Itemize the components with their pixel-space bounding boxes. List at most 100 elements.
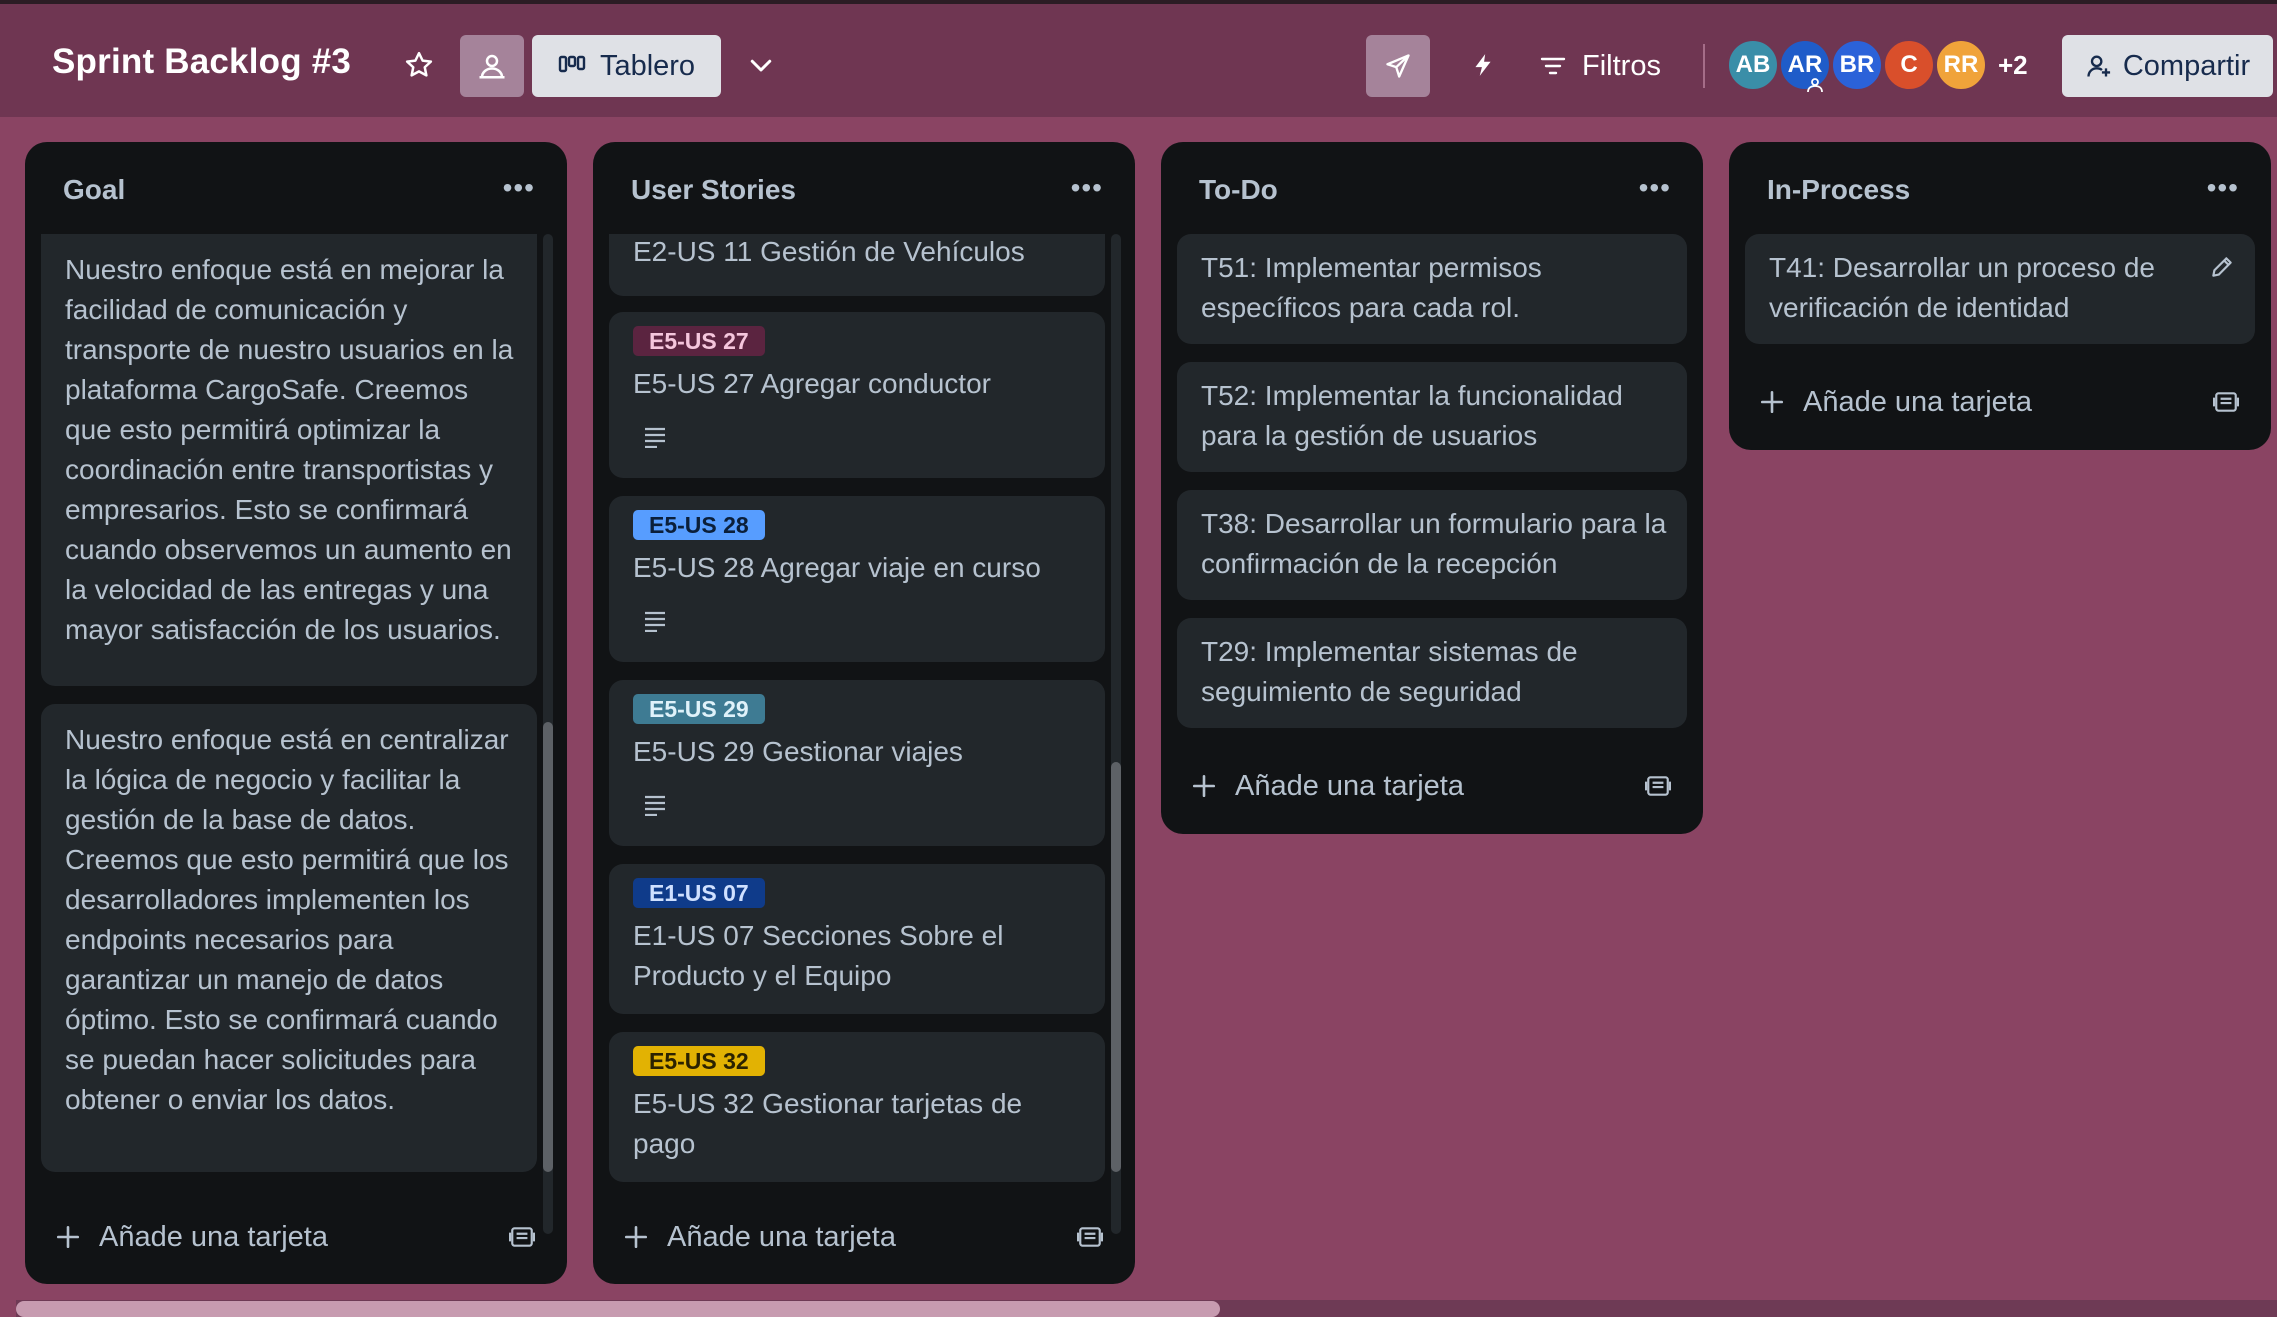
description-icon bbox=[645, 795, 665, 816]
header-divider bbox=[1703, 44, 1705, 88]
card-label[interactable]: E1-US 07 bbox=[633, 878, 765, 908]
list-scrollbar-thumb[interactable] bbox=[1111, 762, 1121, 1172]
card-title: E5-US 28 Agregar viaje en curso bbox=[633, 552, 1041, 583]
card-title: E2-US 11 Gestión de Vehículos bbox=[633, 236, 1025, 267]
share-label: Compartir bbox=[2122, 49, 2251, 82]
plus-icon bbox=[56, 1225, 80, 1249]
list-title[interactable]: User Stories bbox=[631, 174, 796, 206]
add-card-button[interactable]: Añade una tarjeta bbox=[623, 1215, 1065, 1259]
create-from-template-icon[interactable] bbox=[2213, 389, 2239, 415]
card-title: Nuestro enfoque está en mejorar la facil… bbox=[65, 254, 514, 645]
add-member-icon bbox=[2087, 55, 2110, 77]
add-card-label: Añade una tarjeta bbox=[1803, 385, 2032, 418]
card-title: E1-US 07 Secciones Sobre el Producto y e… bbox=[633, 920, 1004, 991]
list-to-do: To-Do ••• T51: Implementar permisos espe… bbox=[1161, 142, 1703, 834]
add-card-button[interactable]: Añade una tarjeta bbox=[1759, 380, 2201, 424]
card[interactable]: E5-US 29 E5-US 29 Gestionar viajes bbox=[609, 680, 1105, 846]
chevron-down-icon bbox=[750, 59, 772, 72]
list-title[interactable]: In-Process bbox=[1767, 174, 1910, 206]
list-in-process: In-Process ••• T41: Desarrollar un proce… bbox=[1729, 142, 2271, 450]
board-view-icon bbox=[558, 55, 586, 73]
card-title: Nuestro enfoque está en centralizar la l… bbox=[65, 724, 509, 1115]
board-horizontal-scrollbar-thumb[interactable] bbox=[16, 1301, 1220, 1317]
list-menu-button[interactable]: ••• bbox=[503, 174, 535, 202]
card-title: T51: Implementar permisos específicos pa… bbox=[1201, 252, 1542, 323]
card-title: T38: Desarrollar un formulario para la c… bbox=[1201, 508, 1667, 579]
more-members-count[interactable]: +2 bbox=[1998, 50, 2028, 81]
card[interactable]: T29: Implementar sistemas de seguimiento… bbox=[1177, 618, 1687, 728]
list-title[interactable]: To-Do bbox=[1199, 174, 1278, 206]
board-title[interactable]: Sprint Backlog #3 bbox=[52, 42, 351, 82]
card-container: T51: Implementar permisos específicos pa… bbox=[1177, 234, 1687, 734]
filter-label: Filtros bbox=[1582, 49, 1661, 82]
card-title: T29: Implementar sistemas de seguimiento… bbox=[1201, 636, 1578, 707]
filter-button[interactable]: Filtros bbox=[1540, 35, 1661, 97]
card-title: E5-US 32 Gestionar tarjetas de pago bbox=[633, 1088, 1023, 1159]
card-container: Nuestro enfoque está en mejorar la facil… bbox=[41, 234, 537, 1242]
card-container: T41: Desarrollar un proceso de verificac… bbox=[1745, 234, 2255, 354]
card-title: T41: Desarrollar un proceso de verificac… bbox=[1769, 252, 2155, 323]
add-card-label: Añade una tarjeta bbox=[1235, 769, 1464, 802]
add-card-button[interactable]: Añade una tarjeta bbox=[1191, 764, 1633, 808]
list-scrollbar-thumb[interactable] bbox=[543, 722, 553, 1172]
lightning-icon bbox=[1475, 54, 1491, 76]
more-options-icon: ••• bbox=[502, 172, 535, 203]
card-label[interactable]: E5-US 32 bbox=[633, 1046, 765, 1076]
member-avatar[interactable]: BR bbox=[1830, 38, 1884, 92]
more-options-icon: ••• bbox=[1638, 172, 1671, 203]
power-ups-button[interactable] bbox=[1366, 35, 1430, 97]
list-user-stories: User Stories ••• E2-US 11 Gestión de Veh… bbox=[593, 142, 1135, 1284]
avatar-initials: AR bbox=[1787, 51, 1823, 78]
list-menu-button[interactable]: ••• bbox=[1639, 174, 1671, 202]
workspace-visibility-icon bbox=[479, 54, 505, 79]
board-view-button[interactable]: Tablero bbox=[532, 35, 721, 97]
card-title: T52: Implementar la funcionalidad para l… bbox=[1201, 380, 1623, 451]
avatar-initials: BR bbox=[1839, 51, 1875, 78]
card-container: E2-US 11 Gestión de Vehículos E5-US 27 E… bbox=[609, 234, 1105, 1242]
card[interactable]: E2-US 11 Gestión de Vehículos bbox=[609, 234, 1105, 296]
avatar-initials: AB bbox=[1735, 51, 1771, 78]
star-board-button[interactable] bbox=[396, 42, 442, 88]
visibility-button[interactable] bbox=[460, 35, 524, 97]
avatar-initials: RR bbox=[1943, 51, 1979, 78]
board-view-label: Tablero bbox=[599, 49, 696, 82]
card[interactable]: T38: Desarrollar un formulario para la c… bbox=[1177, 490, 1687, 600]
edit-pencil-icon[interactable] bbox=[2209, 254, 2235, 280]
more-options-icon: ••• bbox=[2206, 172, 2239, 203]
admin-badge-icon bbox=[1807, 78, 1823, 93]
share-button[interactable]: Compartir bbox=[2062, 35, 2273, 97]
description-icon bbox=[645, 611, 665, 632]
card[interactable]: T51: Implementar permisos específicos pa… bbox=[1177, 234, 1687, 344]
plus-icon bbox=[1760, 390, 1784, 414]
card-label[interactable]: E5-US 29 bbox=[633, 694, 765, 724]
card-title: E5-US 27 Agregar conductor bbox=[633, 368, 991, 399]
create-from-template-icon[interactable] bbox=[1077, 1224, 1103, 1250]
description-icon bbox=[645, 427, 665, 448]
add-card-button[interactable]: Añade una tarjeta bbox=[55, 1215, 497, 1259]
list-menu-button[interactable]: ••• bbox=[1071, 174, 1103, 202]
card[interactable]: E5-US 32 E5-US 32 Gestionar tarjetas de … bbox=[609, 1032, 1105, 1182]
member-avatar[interactable]: AR bbox=[1778, 38, 1832, 93]
automation-button[interactable] bbox=[1460, 42, 1506, 88]
card[interactable]: Nuestro enfoque está en mejorar la facil… bbox=[41, 234, 537, 686]
member-avatar[interactable]: AB bbox=[1726, 38, 1780, 92]
filter-icon bbox=[1540, 57, 1566, 75]
add-card-label: Añade una tarjeta bbox=[99, 1220, 328, 1253]
card-label[interactable]: E5-US 27 bbox=[633, 326, 765, 356]
board-header: Sprint Backlog #3 Tablero Filtros AB AR … bbox=[0, 0, 2277, 117]
card-label[interactable]: E5-US 28 bbox=[633, 510, 765, 540]
card[interactable]: E1-US 07 E1-US 07 Secciones Sobre el Pro… bbox=[609, 864, 1105, 1014]
card[interactable]: E5-US 27 E5-US 27 Agregar conductor bbox=[609, 312, 1105, 478]
member-avatar[interactable]: RR bbox=[1934, 38, 1988, 92]
member-avatar[interactable]: C bbox=[1882, 38, 1936, 92]
plus-icon bbox=[1192, 774, 1216, 798]
card[interactable]: Nuestro enfoque está en centralizar la l… bbox=[41, 704, 537, 1172]
view-switcher-button[interactable] bbox=[738, 42, 784, 88]
card[interactable]: T41: Desarrollar un proceso de verificac… bbox=[1745, 234, 2255, 344]
list-title[interactable]: Goal bbox=[63, 174, 125, 206]
create-from-template-icon[interactable] bbox=[509, 1224, 535, 1250]
card[interactable]: T52: Implementar la funcionalidad para l… bbox=[1177, 362, 1687, 472]
list-menu-button[interactable]: ••• bbox=[2207, 174, 2239, 202]
card[interactable]: E5-US 28 E5-US 28 Agregar viaje en curso bbox=[609, 496, 1105, 662]
create-from-template-icon[interactable] bbox=[1645, 773, 1671, 799]
